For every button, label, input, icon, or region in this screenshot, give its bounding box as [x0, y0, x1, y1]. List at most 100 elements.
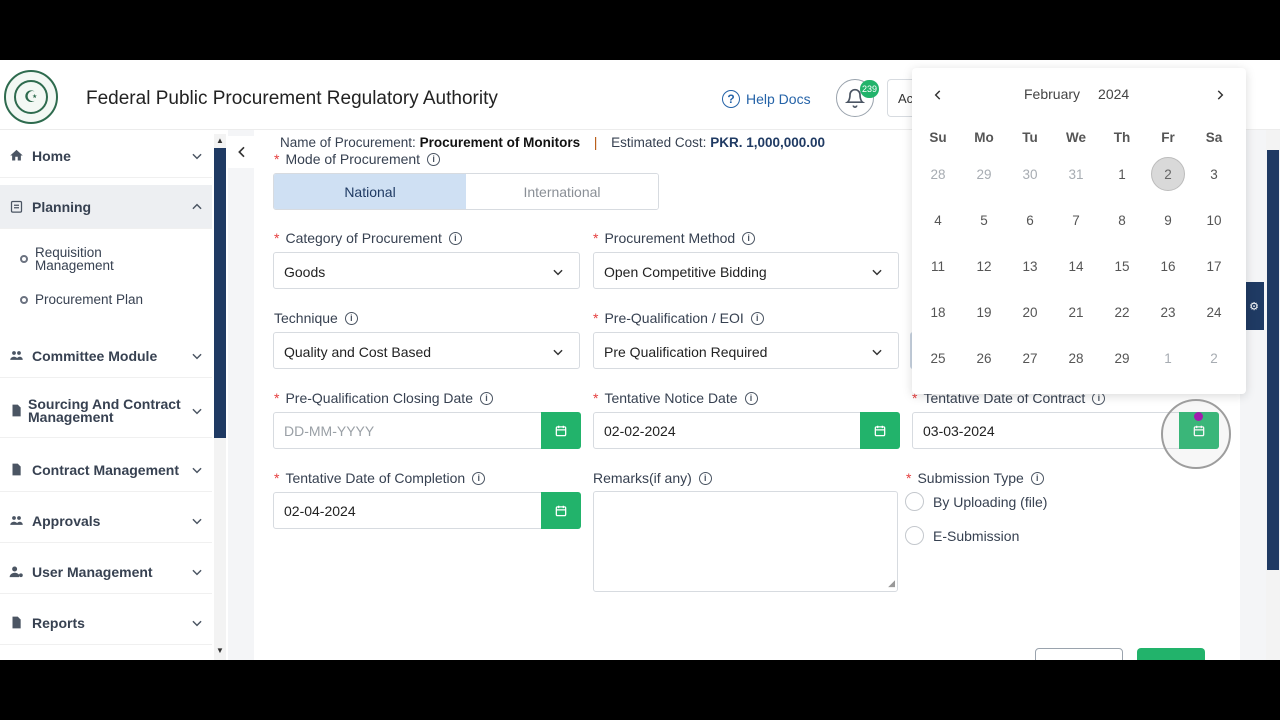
calendar-day[interactable]: 22	[1105, 295, 1139, 329]
sidebar-subitem-procurement-plan[interactable]: Procurement Plan	[20, 292, 143, 307]
help-docs-label: Help Docs	[746, 91, 811, 107]
technique-select[interactable]: Quality and Cost Based	[273, 332, 580, 369]
category-select[interactable]: Goods	[273, 252, 580, 289]
chevron-down-icon	[553, 349, 563, 356]
calendar-day[interactable]: 23	[1151, 295, 1185, 329]
prequal-value: Pre Qualification Required	[604, 344, 768, 360]
sidebar-scrollbar-thumb[interactable]	[214, 148, 226, 438]
submission-option-esubmission[interactable]: E-Submission	[905, 526, 1019, 545]
calendar-day[interactable]: 10	[1197, 203, 1231, 237]
calendar-day[interactable]: 12	[967, 249, 1001, 283]
clipboard-icon	[8, 199, 24, 215]
calendar-day[interactable]: 4	[921, 203, 955, 237]
calendar-day[interactable]: 1	[1105, 157, 1139, 191]
scroll-down-arrow-icon[interactable]: ▼	[216, 646, 224, 655]
calendar-day[interactable]: 15	[1105, 249, 1139, 283]
calendar-day[interactable]: 17	[1197, 249, 1231, 283]
prequal-closing-calendar-button[interactable]	[541, 412, 581, 449]
completion-date-label-text: Tentative Date of Completion	[285, 470, 466, 486]
sidebar-item-home[interactable]: Home	[0, 134, 212, 178]
calendar-day[interactable]: 30	[1013, 157, 1047, 191]
sidebar-subitem-label: Procurement Plan	[35, 292, 144, 307]
sidebar-subitem-label: Requisition Management	[35, 245, 114, 273]
mode-international-option[interactable]: International	[466, 174, 658, 209]
sidebar-item-contract-management[interactable]: Contract Management	[0, 448, 212, 492]
calendar-day[interactable]: 3	[1197, 157, 1231, 191]
calendar-day[interactable]: 11	[921, 249, 955, 283]
calendar-day[interactable]: 29	[967, 157, 1001, 191]
chevron-down-icon	[872, 269, 882, 276]
calendar-day[interactable]: 27	[1013, 341, 1047, 375]
completion-date-input[interactable]	[284, 503, 484, 519]
sidebar-item-user-management[interactable]: User Management	[0, 550, 212, 594]
month-select[interactable]: February	[1024, 86, 1080, 102]
resize-handle-icon[interactable]: ◢	[888, 578, 895, 589]
required-marker: *	[593, 310, 599, 326]
estimated-cost-label: Estimated Cost:	[611, 135, 707, 150]
contract-date-input[interactable]	[923, 423, 1123, 439]
calendar-day[interactable]: 24	[1197, 295, 1231, 329]
next-month-button[interactable]	[1210, 85, 1230, 105]
page-scrollbar-thumb[interactable]	[1267, 150, 1279, 570]
year-select[interactable]: 2024	[1098, 86, 1129, 102]
info-icon: i	[744, 391, 758, 405]
calendar-day[interactable]: 29	[1105, 341, 1139, 375]
calendar-day[interactable]: 13	[1013, 249, 1047, 283]
required-marker: *	[274, 470, 280, 486]
radio-button[interactable]	[905, 526, 924, 545]
submission-option-upload[interactable]: By Uploading (file)	[905, 492, 1047, 511]
chevron-down-icon	[872, 349, 882, 356]
cancel-button[interactable]	[1035, 648, 1123, 660]
bullet-icon	[20, 255, 28, 263]
calendar-day[interactable]: 28	[921, 157, 955, 191]
sidebar-item-planning[interactable]: Planning	[0, 185, 212, 229]
calendar-day[interactable]: 31	[1059, 157, 1093, 191]
weekday-header: Su	[929, 130, 947, 145]
calendar-day[interactable]: 1	[1151, 341, 1185, 375]
completion-date-calendar-button[interactable]	[541, 492, 581, 529]
notice-date-calendar-button[interactable]	[860, 412, 900, 449]
calendar-day[interactable]: 9	[1151, 203, 1185, 237]
method-select[interactable]: Open Competitive Bidding	[593, 252, 899, 289]
sidebar-item-committee[interactable]: Committee Module	[0, 334, 212, 378]
chevron-down-icon	[192, 620, 202, 627]
save-button[interactable]	[1137, 648, 1205, 660]
bullet-icon	[20, 295, 28, 304]
calendar-day[interactable]: 28	[1059, 341, 1093, 375]
calendar-day[interactable]: 21	[1059, 295, 1093, 329]
calendar-icon	[555, 505, 567, 516]
calendar-day[interactable]: 6	[1013, 203, 1047, 237]
notice-date-input[interactable]	[604, 423, 804, 439]
sidebar-item-approvals[interactable]: Approvals	[0, 499, 212, 543]
sidebar-subitem-requisition[interactable]: Requisition Management	[20, 246, 180, 272]
calendar-day[interactable]: 2	[1151, 157, 1185, 191]
calendar-day[interactable]: 18	[921, 295, 955, 329]
info-icon: i	[1030, 471, 1044, 485]
settings-side-tab[interactable]: ⚙	[1244, 282, 1264, 330]
radio-button[interactable]	[905, 492, 924, 511]
calendar-day[interactable]: 2	[1197, 341, 1231, 375]
calendar-day[interactable]: 16	[1151, 249, 1185, 283]
divider: |	[593, 135, 598, 150]
scroll-up-arrow-icon[interactable]: ▲	[216, 136, 224, 145]
prequal-select[interactable]: Pre Qualification Required	[593, 332, 899, 369]
calendar-day[interactable]: 8	[1105, 203, 1139, 237]
calendar-day[interactable]: 20	[1013, 295, 1047, 329]
submission-type-label-text: Submission Type	[917, 470, 1024, 486]
sidebar-item-reports[interactable]: Reports	[0, 601, 212, 645]
calendar-day[interactable]: 25	[921, 341, 955, 375]
calendar-day[interactable]: 7	[1059, 203, 1093, 237]
previous-month-button[interactable]	[928, 85, 948, 105]
calendar-day[interactable]: 5	[967, 203, 1001, 237]
remarks-textarea[interactable]: ◢	[593, 491, 898, 592]
mode-national-option[interactable]: National	[274, 174, 466, 209]
sidebar-item-sourcing[interactable]: Sourcing And Contract Management	[0, 384, 212, 438]
collapse-sidebar-button[interactable]	[228, 136, 256, 168]
calendar-day[interactable]: 14	[1059, 249, 1093, 283]
calendar-day[interactable]: 19	[967, 295, 1001, 329]
prequal-closing-date-input[interactable]	[284, 423, 484, 439]
help-docs-link[interactable]: ? Help Docs	[722, 90, 811, 108]
info-icon: i	[750, 311, 764, 325]
prequal-label-text: Pre-Qualification / EOI	[604, 310, 744, 326]
calendar-day[interactable]: 26	[967, 341, 1001, 375]
